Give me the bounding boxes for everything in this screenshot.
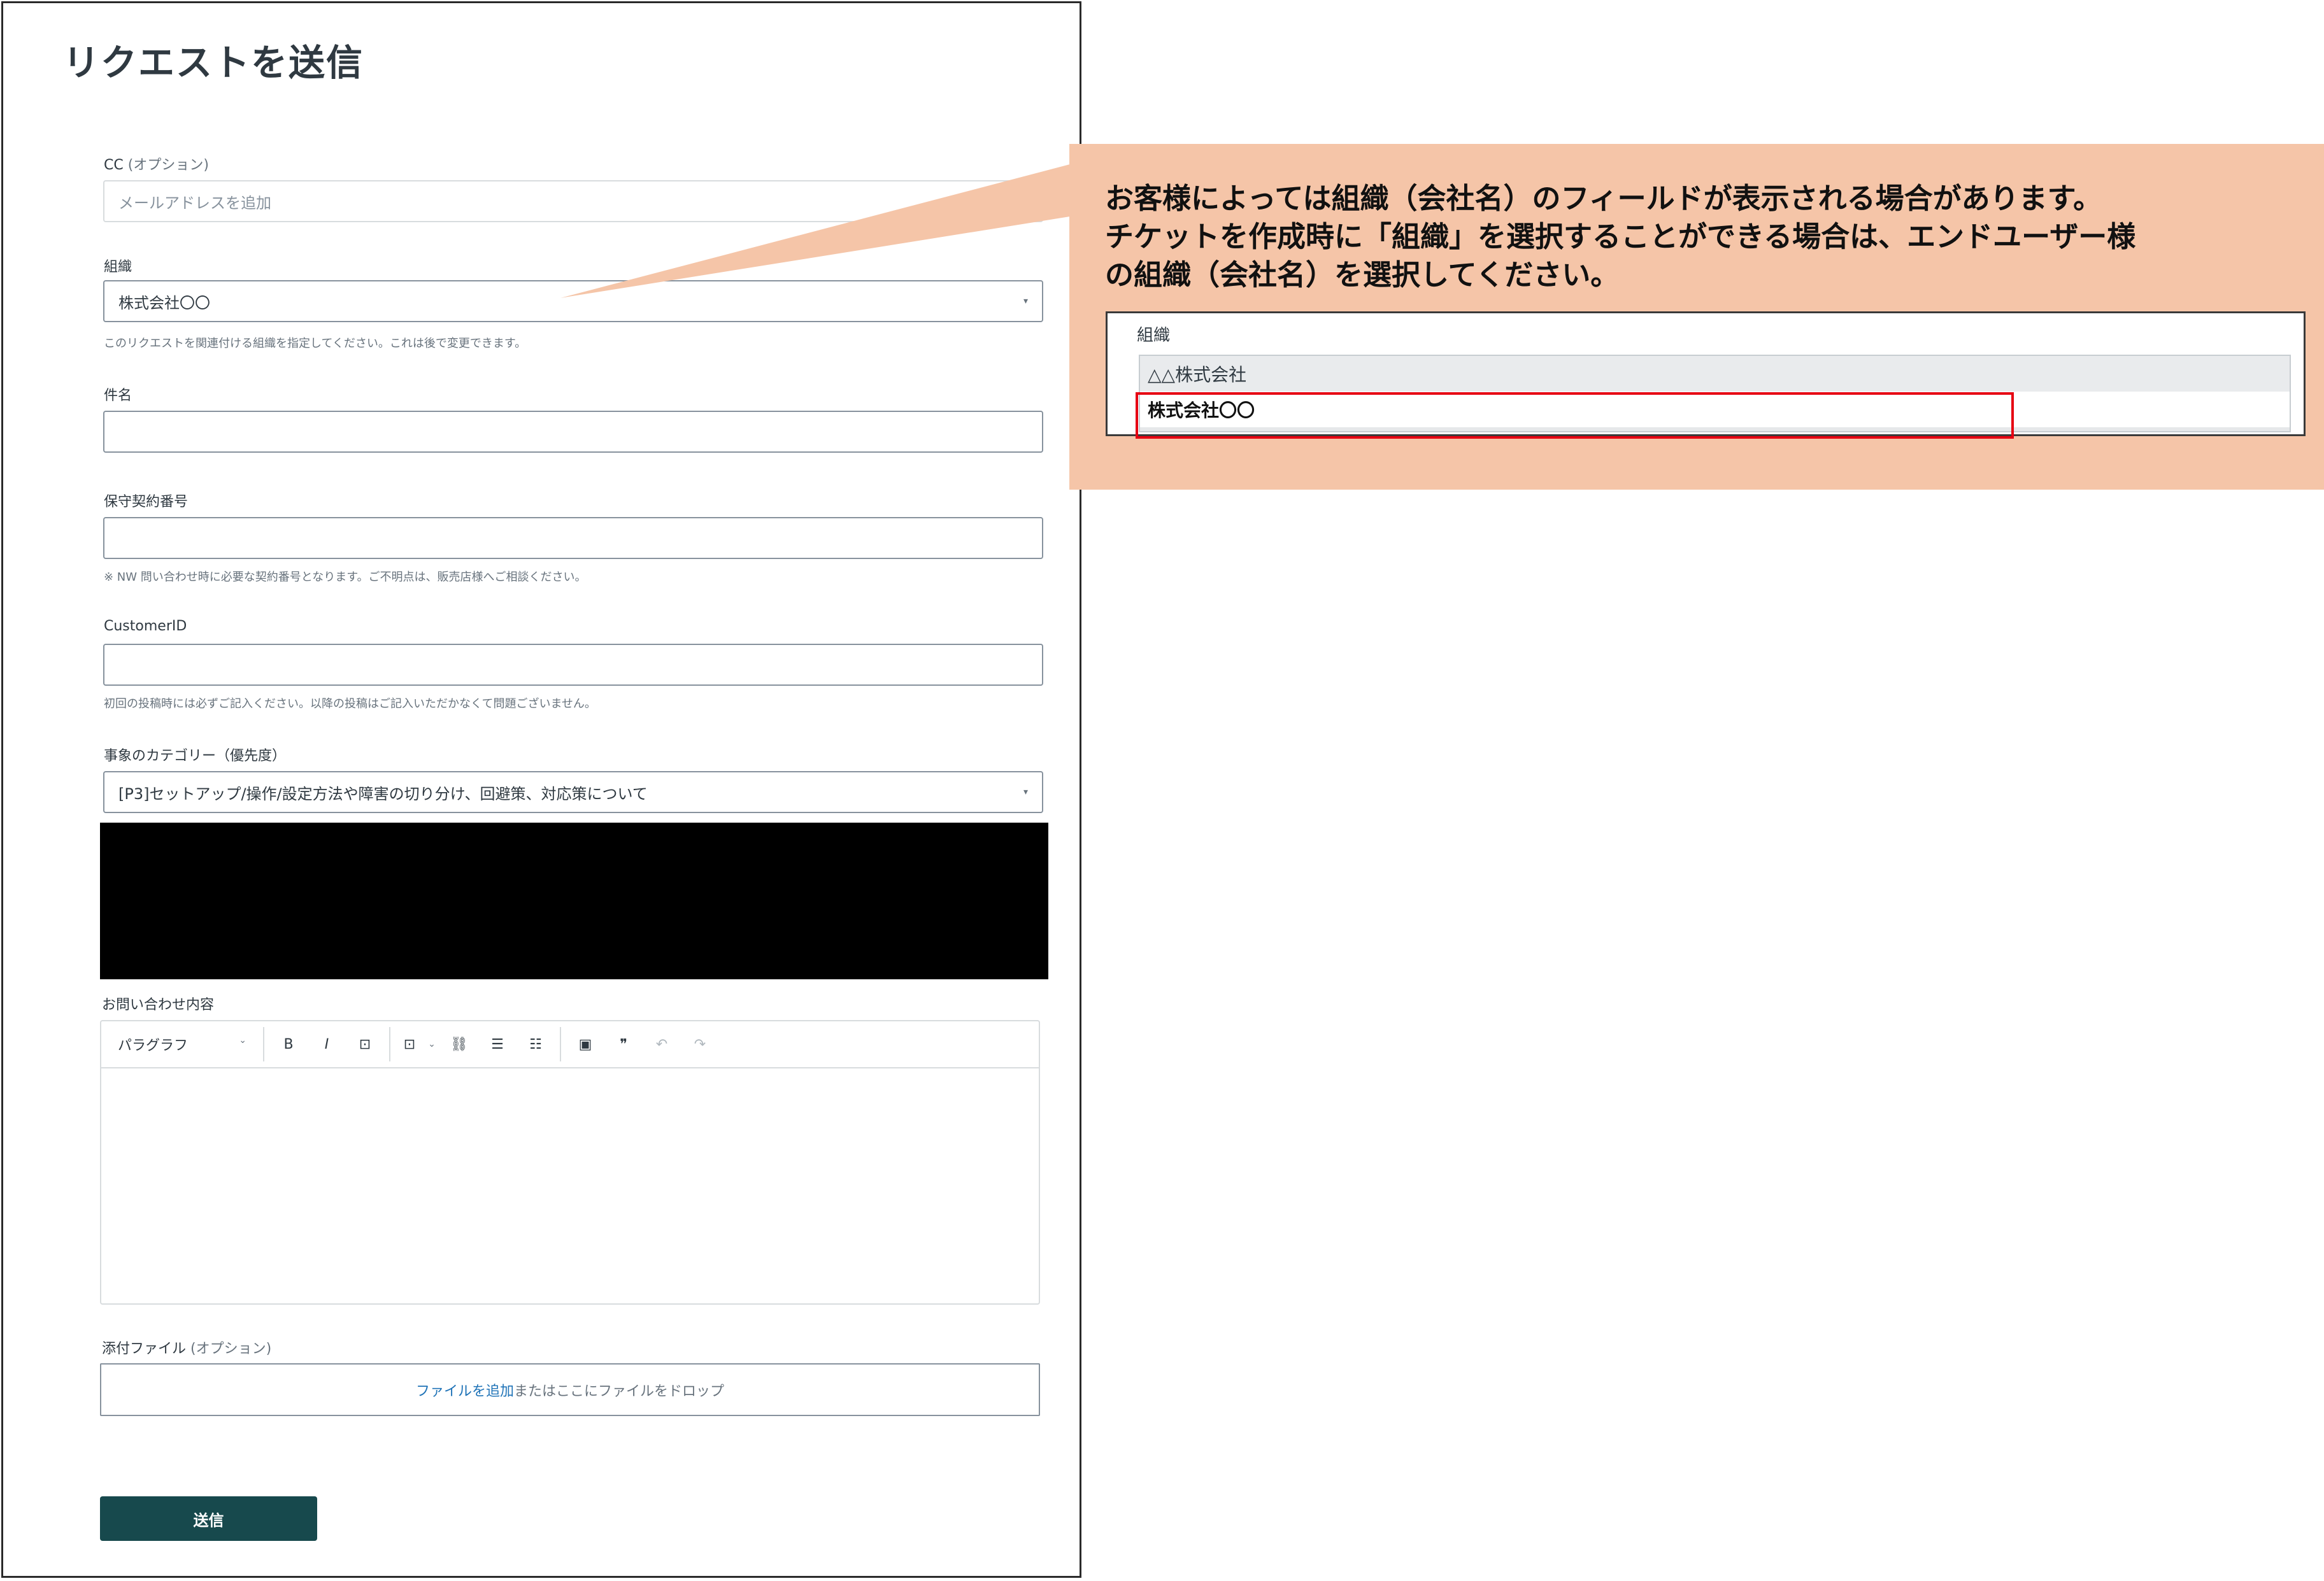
- link-icon[interactable]: ⛓: [440, 1037, 478, 1053]
- highlight-box: [1136, 392, 2014, 439]
- page-title: リクエストを送信: [63, 42, 364, 84]
- caret-down-icon: ▾: [1023, 787, 1028, 797]
- format-select[interactable]: パラグラフ ⌄: [101, 1034, 258, 1054]
- subject-input[interactable]: [103, 411, 1043, 453]
- callout-text: お客様によっては組織（会社名）のフィールドが表示される場合があります。 チケット…: [1105, 180, 2135, 294]
- organization-select[interactable]: 株式会社〇〇 ▾: [103, 280, 1043, 322]
- contract-label: 保守契約番号: [104, 494, 189, 510]
- redacted-area: [100, 823, 1048, 979]
- editor-toolbar: パラグラフ ⌄ B I ⊡ ⊡ ⌄ ⛓ ☰ ☷ ▣ ❞ ↶ ↷: [101, 1021, 1039, 1068]
- italic-icon[interactable]: I: [308, 1037, 346, 1053]
- callout-line: お客様によっては組織（会社名）のフィールドが表示される場合があります。: [1105, 181, 2102, 215]
- bold-icon[interactable]: B: [269, 1037, 308, 1053]
- chevron-down-icon: ⌄: [239, 1035, 246, 1046]
- undo-icon[interactable]: ↶: [643, 1037, 681, 1053]
- organization-hint: このリクエストを関連付ける組織を指定してください。これは後で変更できます。: [104, 337, 527, 350]
- cc-placeholder: メールアドレスを追加: [118, 194, 271, 212]
- dropzone-text: またはここにファイルをドロップ: [514, 1383, 725, 1400]
- callout-line: チケットを作成時に「組織」を選択することができる場合は、エンドユーザー様: [1105, 220, 2136, 253]
- description-label: お問い合わせ内容: [102, 997, 215, 1013]
- organization-label: 組織: [104, 259, 132, 275]
- add-file-link[interactable]: ファイルを追加: [416, 1380, 514, 1400]
- category-label: 事象のカテゴリー（優先度）: [104, 748, 287, 764]
- submit-button[interactable]: 送信: [100, 1496, 317, 1541]
- toolbar-divider: [263, 1027, 264, 1061]
- callout-line: の組織（会社名）を選択してください。: [1105, 258, 1620, 292]
- image-icon[interactable]: ▣: [566, 1037, 604, 1053]
- toolbar-divider: [560, 1027, 561, 1061]
- category-select[interactable]: [P3]セットアップ/操作/設定方法や障害の切り分け、回避策、対応策について ▾: [103, 771, 1043, 813]
- contract-hint: ※ NW 問い合わせ時に必要な契約番号となります。ご不明点は、販売店様へご相談く…: [104, 571, 587, 584]
- organization-option[interactable]: △△株式会社: [1140, 356, 2290, 392]
- cc-input[interactable]: メールアドレスを追加: [103, 180, 1043, 222]
- inline-code-icon[interactable]: ⊡: [346, 1037, 384, 1053]
- example-organization-label: 組織: [1137, 326, 1171, 345]
- category-value: [P3]セットアップ/操作/設定方法や障害の切り分け、回避策、対応策について: [118, 784, 648, 803]
- description-editor[interactable]: パラグラフ ⌄ B I ⊡ ⊡ ⌄ ⛓ ☰ ☷ ▣ ❞ ↶ ↷: [100, 1020, 1040, 1305]
- numbered-list-icon[interactable]: ☷: [517, 1037, 555, 1053]
- caret-down-icon: ▾: [1023, 296, 1028, 306]
- code-block-icon[interactable]: ⊡: [396, 1037, 424, 1053]
- customer-id-input[interactable]: [103, 644, 1043, 686]
- organization-value: 株式会社〇〇: [118, 294, 210, 312]
- customer-id-hint: 初回の投稿時には必ずご記入ください。以降の投稿はご記入いただかなくて問題ございま…: [104, 697, 596, 711]
- subject-label: 件名: [104, 388, 132, 404]
- toolbar-divider: [389, 1027, 390, 1061]
- contract-input[interactable]: [103, 517, 1043, 559]
- chevron-down-icon[interactable]: ⌄: [424, 1039, 440, 1049]
- customer-id-label: CustomerID: [104, 618, 187, 634]
- bulleted-list-icon[interactable]: ☰: [478, 1037, 517, 1053]
- quote-icon[interactable]: ❞: [604, 1037, 643, 1053]
- redo-icon[interactable]: ↷: [681, 1037, 719, 1053]
- attachments-label: 添付ファイル (オプション): [102, 1341, 272, 1357]
- attachment-dropzone[interactable]: ファイルを追加 またはここにファイルをドロップ: [100, 1363, 1040, 1416]
- cc-label: CC (オプション): [104, 157, 209, 173]
